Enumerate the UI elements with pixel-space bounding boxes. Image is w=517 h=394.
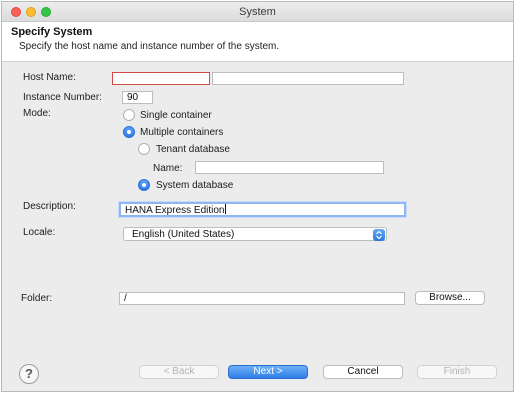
page-title: Specify System [11,26,93,38]
mode-label: Mode: [23,108,51,119]
tenant-name-label: Name: [153,163,183,174]
host-name-input[interactable] [112,72,210,85]
title-bar: System [2,2,513,22]
multiple-containers-label[interactable]: Multiple containers [140,127,223,138]
host-name-input-extension[interactable] [212,72,404,85]
locale-selected-value: English (United States) [132,229,235,240]
browse-button[interactable]: Browse... [415,291,485,305]
cancel-button[interactable]: Cancel [323,365,403,379]
back-button[interactable]: < Back [139,365,219,379]
chevron-updown-icon [373,229,385,241]
single-container-radio[interactable] [123,109,135,121]
description-label: Description: [23,201,76,212]
dialog-window: System Specify System Specify the host n… [1,1,514,392]
next-button[interactable]: Next > [228,365,308,379]
help-icon[interactable]: ? [19,364,39,384]
instance-number-label: Instance Number: [23,92,102,103]
instance-number-input[interactable]: 90 [122,91,153,104]
locale-select[interactable]: English (United States) [123,227,387,241]
finish-button[interactable]: Finish [417,365,497,379]
host-name-label: Host Name: [23,72,76,83]
single-container-label[interactable]: Single container [140,110,212,121]
tenant-name-input[interactable] [195,161,384,174]
folder-input[interactable]: / [119,292,405,305]
tenant-database-label[interactable]: Tenant database [156,144,230,155]
folder-label: Folder: [21,293,53,304]
text-caret [224,204,226,214]
page-description: Specify the host name and instance numbe… [19,41,280,52]
system-database-radio[interactable] [138,179,150,191]
window-title: System [239,6,276,18]
multiple-containers-radio[interactable] [123,126,135,138]
system-database-label[interactable]: System database [156,180,233,191]
description-input[interactable]: HANA Express Edition [119,202,406,217]
tenant-database-radio[interactable] [138,143,150,155]
locale-label: Locale: [23,227,56,238]
description-value: HANA Express Edition [125,205,225,216]
page-header: Specify System Specify the host name and… [2,22,513,62]
